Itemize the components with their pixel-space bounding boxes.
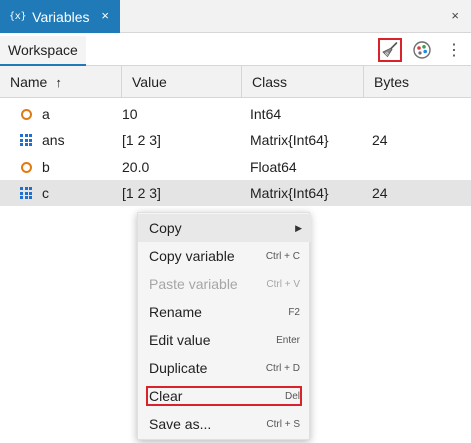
menu-item-label: Copy [149,220,182,236]
menu-item-label: Duplicate [149,360,208,376]
tab-workspace[interactable]: Workspace [0,36,86,66]
workspace-toolbar: Workspace ⋮ [0,33,471,66]
table-row[interactable]: b 20.0 Float64 [0,154,471,180]
sort-ascending-icon: ↑ [55,74,62,90]
matrix-variable-icon [19,127,33,153]
menu-item-shortcut: Ctrl + C [265,250,300,262]
variable-value: [1 2 3] [122,132,161,148]
variable-value: 20.0 [122,159,150,175]
menu-item-edit-value[interactable]: Edit value Enter [138,326,311,354]
column-header-class[interactable]: Class [242,66,364,98]
table-header: Name ↑ Value Class Bytes [0,66,471,98]
matrix-variable-icon [19,180,33,206]
tab-close-icon[interactable]: × [101,8,109,23]
variable-bytes: 24 [372,132,388,148]
variable-value: 10 [122,106,138,122]
variable-name: c [42,185,49,201]
menu-item-shortcut: Ctrl + D [265,362,300,374]
column-header-value[interactable]: Value [122,66,242,98]
column-header-name-label: Name [10,74,48,90]
menu-item-label: Paste variable [149,276,238,292]
scalar-variable-icon [19,154,33,180]
variable-value: [1 2 3] [122,185,161,201]
menu-item-shortcut: Ctrl + S [266,418,300,430]
table-row-selected[interactable]: c [1 2 3] Matrix{Int64} 24 [0,180,471,206]
menu-item-copy[interactable]: Copy ▶ [138,214,311,242]
variable-name: b [42,159,50,175]
scalar-variable-icon [19,101,33,127]
table-row[interactable]: a 10 Int64 [0,101,471,127]
variable-bytes: 24 [372,185,388,201]
menu-item-shortcut: Enter [276,334,300,346]
menu-item-shortcut: F2 [288,306,300,318]
variable-class: Matrix{Int64} [250,185,329,201]
menu-item-rename[interactable]: Rename F2 [138,298,311,326]
menu-item-shortcut: Ctrl + V [266,278,300,290]
clear-workspace-button[interactable] [378,38,402,62]
variable-class: Matrix{Int64} [250,132,329,148]
menu-item-paste-variable: Paste variable Ctrl + V [138,270,311,298]
menu-item-label: Edit value [149,332,211,348]
column-header-bytes[interactable]: Bytes [364,66,471,98]
variables-tab-label: Variables [32,8,90,25]
broom-icon [382,42,398,58]
color-scheme-button[interactable] [410,38,434,62]
menu-item-copy-variable[interactable]: Copy variable Ctrl + C [138,242,311,270]
variables-icon: {x} [9,11,27,22]
variable-context-menu: Copy ▶ Copy variable Ctrl + C Paste vari… [137,212,311,440]
menu-item-label: Save as... [149,416,212,432]
table-row[interactable]: ans [1 2 3] Matrix{Int64} 24 [0,127,471,153]
menu-item-save-as[interactable]: Save as... Ctrl + S [138,410,311,438]
palette-icon [413,41,431,59]
variable-class: Int64 [250,106,282,122]
submenu-arrow-icon: ▶ [295,222,302,233]
variable-name: a [42,106,50,122]
more-options-icon[interactable]: ⋮ [442,38,466,62]
variable-name: ans [42,132,65,148]
column-header-name[interactable]: Name ↑ [0,66,122,98]
menu-item-label: Copy variable [149,248,235,264]
clear-highlight-box [146,386,302,406]
panel-close-icon[interactable]: × [451,8,459,23]
variable-class: Float64 [250,159,297,175]
panel-tabbar: {x} Variables × × [0,0,471,33]
menu-item-label: Rename [149,304,202,320]
variables-tab[interactable]: {x} Variables × [0,0,120,33]
menu-item-duplicate[interactable]: Duplicate Ctrl + D [138,354,311,382]
